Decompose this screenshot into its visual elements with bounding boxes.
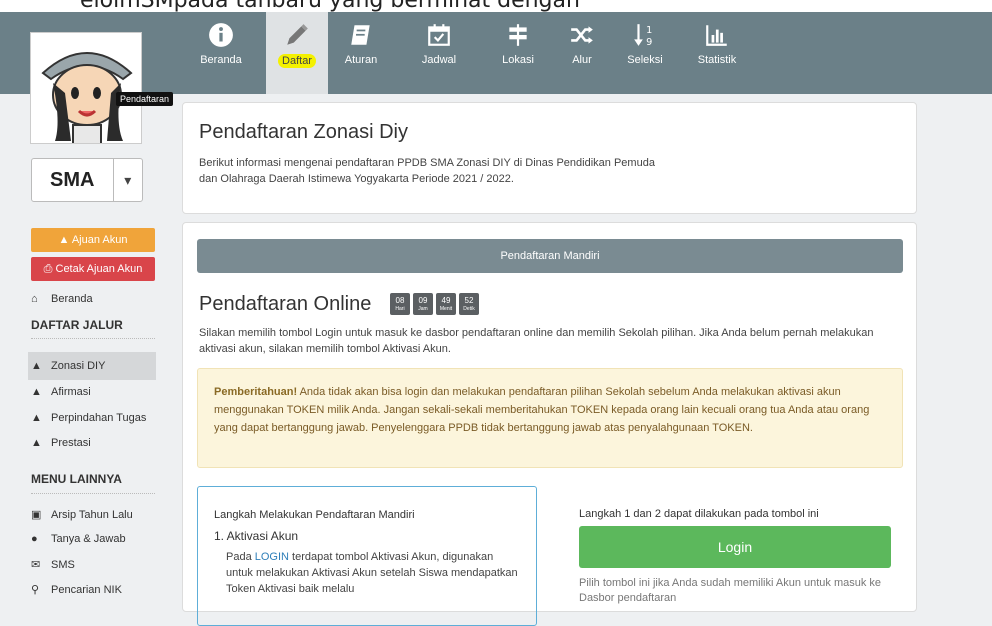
countdown-days: 08 Hari bbox=[390, 293, 410, 315]
sidebar-item-label: Tanya & Jawab bbox=[51, 533, 126, 545]
page-title: Pendaftaran Zonasi Diy bbox=[199, 121, 409, 143]
cetak-ajuan-akun-button[interactable]: ⎙ Cetak Ajuan Akun bbox=[31, 257, 155, 281]
sidebar-item-label: SMS bbox=[51, 558, 75, 571]
envelope-icon: ✉ bbox=[31, 559, 41, 571]
svg-text:9: 9 bbox=[646, 37, 652, 48]
calendar-check-icon bbox=[428, 24, 450, 46]
sidebar-item-afirmasi[interactable]: ▲ Afirmasi bbox=[31, 386, 91, 398]
nav-beranda[interactable]: Beranda bbox=[190, 12, 252, 94]
countdown-seconds: 52 Detik bbox=[459, 293, 479, 315]
nav-label: Jadwal bbox=[421, 54, 457, 66]
level-select[interactable]: SMA ▾ bbox=[31, 158, 143, 202]
tooltip: Pendaftaran bbox=[116, 92, 174, 106]
road-icon: ▲ bbox=[31, 412, 42, 424]
nav-label: Lokasi bbox=[502, 54, 534, 66]
alert-strong: Pemberitahuan! bbox=[214, 386, 298, 398]
nav-lokasi[interactable]: Lokasi bbox=[487, 12, 549, 94]
sidebar-item-label: Pencarian NIK bbox=[51, 583, 122, 596]
sidebar-item-perpindahan[interactable]: ▲ Perpindahan Tugas bbox=[31, 412, 146, 424]
top-caption: elolmSMpada tanbaru yang berminat dengan bbox=[0, 0, 992, 12]
road-icon: ▲ bbox=[31, 437, 42, 449]
section-header-mandiri: Pendaftaran Mandiri bbox=[197, 239, 903, 273]
sidebar-heading-menu: MENU LAINNYA bbox=[31, 472, 122, 486]
warning-alert: Pemberitahuan! Anda tidak akan bisa logi… bbox=[197, 368, 903, 468]
pencil-icon bbox=[287, 24, 308, 45]
svg-text:1: 1 bbox=[646, 25, 652, 36]
sidebar-item-pencarian-nik[interactable]: ⚲ Pencarian NIK bbox=[31, 583, 122, 597]
step-1-title: 1. Aktivasi Akun bbox=[214, 529, 299, 543]
nav-statistik[interactable]: Statistik bbox=[686, 12, 748, 94]
sidebar-heading-jalur: DAFTAR JALUR bbox=[31, 318, 123, 332]
level-select-value: SMA bbox=[50, 169, 95, 191]
nav-aturan[interactable]: Aturan bbox=[330, 12, 392, 94]
intro-card: Pendaftaran Zonasi Diy Berikut informasi… bbox=[182, 102, 917, 214]
shuffle-icon bbox=[571, 26, 593, 44]
steps-title: Langkah Melakukan Pendaftaran Mandiri bbox=[214, 509, 415, 521]
sidebar-item-label: Arsip Tahun Lalu bbox=[51, 508, 133, 521]
sidebar-item-prestasi[interactable]: ▲ Prestasi bbox=[31, 437, 91, 449]
sidebar-item-tanya-jawab[interactable]: ● Tanya & Jawab bbox=[31, 533, 126, 545]
online-title: Pendaftaran Online bbox=[199, 293, 372, 315]
page-description: Berikut informasi mengenai pendaftaran P… bbox=[199, 157, 655, 185]
online-description: Silakan memilih tombol Login untuk masuk… bbox=[199, 327, 874, 355]
sort-numeric-icon: 19 bbox=[634, 24, 652, 48]
ajuan-akun-button[interactable]: ▲ Ajuan Akun bbox=[31, 228, 155, 252]
cetak-ajuan-akun-label: Cetak Ajuan Akun bbox=[55, 263, 143, 275]
sidebar-item-label: Prestasi bbox=[51, 437, 91, 449]
nav-label: Seleksi bbox=[627, 54, 663, 66]
sidebar-item-label: Zonasi DIY bbox=[51, 360, 106, 372]
countdown-hours: 09 Jam bbox=[413, 293, 433, 315]
book-icon bbox=[351, 25, 370, 45]
divider bbox=[31, 493, 155, 494]
print-icon: ⎙ bbox=[43, 263, 56, 275]
nav-label: Statistik bbox=[697, 54, 737, 66]
nav-label: Daftar bbox=[278, 54, 316, 68]
sidebar-item-zonasi[interactable]: ▲ Zonasi DIY bbox=[28, 352, 156, 380]
road-icon: ▲ bbox=[31, 386, 42, 398]
user-plus-icon: ▲ bbox=[58, 234, 72, 246]
avatar bbox=[30, 32, 142, 144]
mascot-avatar-icon bbox=[41, 52, 133, 143]
login-button[interactable]: Login bbox=[579, 526, 891, 568]
divider bbox=[31, 338, 155, 339]
login-note: Pilih tombol ini jika Anda sudah memilik… bbox=[579, 577, 882, 604]
nav-label: Alur bbox=[572, 54, 592, 66]
steps-panel: Langkah Melakukan Pendaftaran Mandiri 1.… bbox=[197, 486, 537, 626]
nav-jadwal[interactable]: Jadwal bbox=[408, 12, 470, 94]
chat-icon: ● bbox=[31, 533, 38, 545]
nav-daftar[interactable]: Daftar bbox=[266, 12, 328, 94]
chevron-down-icon: ▾ bbox=[112, 159, 142, 201]
login-link[interactable]: LOGIN bbox=[255, 551, 289, 563]
sidebar-item-label: Beranda bbox=[51, 293, 93, 305]
countdown-minutes: 49 Menit bbox=[436, 293, 456, 315]
nav-label: Aturan bbox=[344, 54, 378, 66]
home-icon: ⌂ bbox=[31, 293, 38, 305]
login-panel: Langkah 1 dan 2 dapat dilakukan pada tom… bbox=[579, 508, 894, 606]
sidebar-item-arsip[interactable]: ▣ Arsip Tahun Lalu bbox=[31, 508, 133, 522]
login-panel-title: Langkah 1 dan 2 dapat dilakukan pada tom… bbox=[579, 508, 819, 520]
archive-icon: ▣ bbox=[31, 509, 42, 521]
ajuan-akun-label: Ajuan Akun bbox=[71, 234, 128, 246]
sidebar-item-beranda[interactable]: ⌂ Beranda bbox=[31, 293, 93, 305]
sidebar-item-sms[interactable]: ✉ SMS bbox=[31, 558, 75, 572]
step-1-body: Pada LOGIN terdapat tombol Aktivasi Akun… bbox=[226, 551, 518, 595]
nav-seleksi[interactable]: 19 Seleksi bbox=[614, 12, 676, 94]
nav-label: Beranda bbox=[200, 54, 242, 66]
countdown-timer: 08 Hari 09 Jam 49 Menit 52 Detik bbox=[390, 293, 479, 315]
registration-card: Pendaftaran Mandiri Pendaftaran Online 0… bbox=[182, 222, 917, 626]
sidebar-item-label: Perpindahan Tugas bbox=[51, 412, 147, 424]
bar-chart-icon bbox=[706, 25, 727, 46]
signpost-icon bbox=[509, 24, 527, 46]
nav-alur[interactable]: Alur bbox=[551, 12, 613, 94]
road-icon: ▲ bbox=[31, 360, 42, 372]
sidebar-item-label: Afirmasi bbox=[51, 386, 91, 398]
search-icon: ⚲ bbox=[31, 584, 40, 596]
top-navbar: Beranda Daftar Aturan Jadwal Lokasi Alur… bbox=[0, 12, 992, 94]
alert-text: Anda tidak akan bisa login dan melakukan… bbox=[214, 386, 870, 434]
info-icon bbox=[209, 23, 233, 47]
